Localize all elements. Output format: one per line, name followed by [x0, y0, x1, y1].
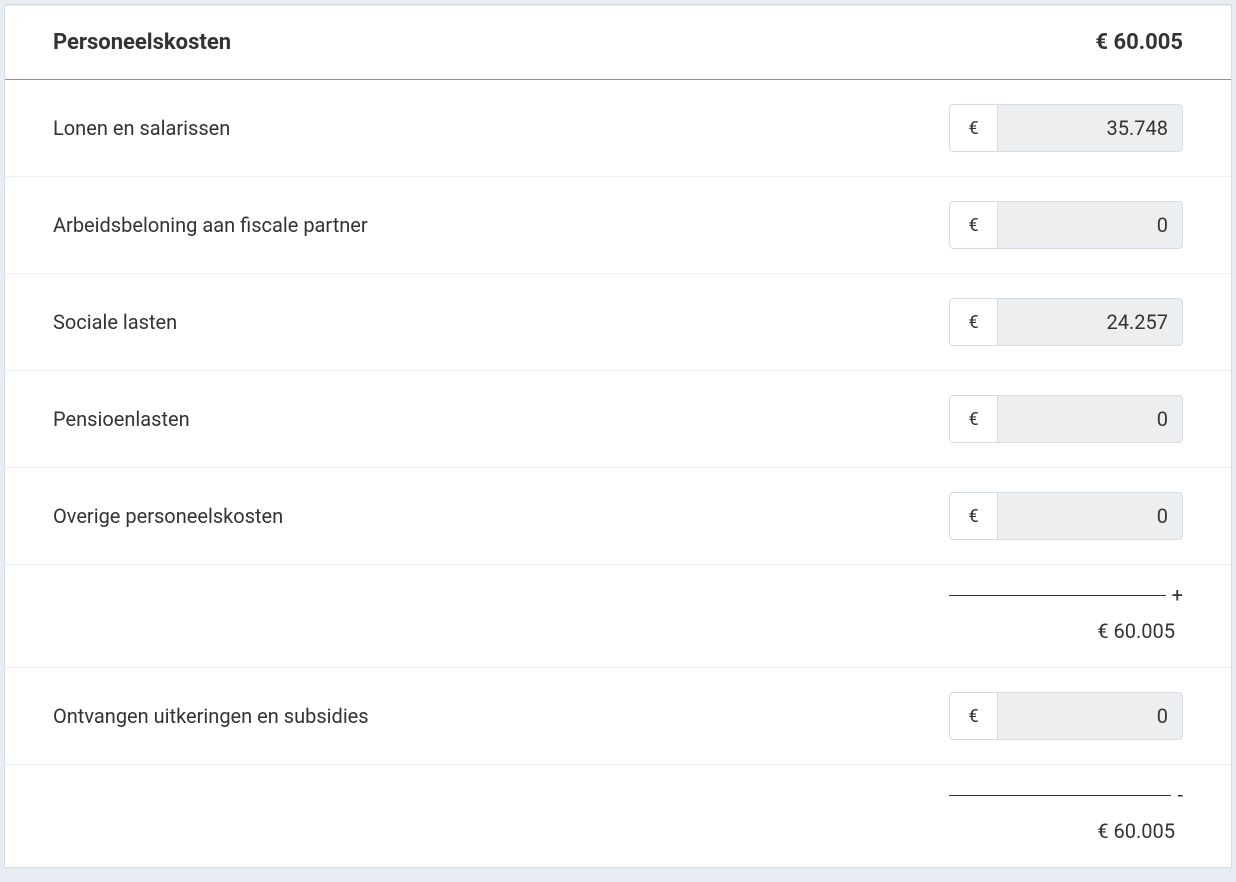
currency-prefix: €	[949, 104, 997, 152]
input-group: €	[949, 692, 1183, 740]
personeelskosten-panel: Personeelskosten € 60.005 Lonen en salar…	[4, 4, 1232, 868]
row-arbeidsbeloning: Arbeidsbeloning aan fiscale partner €	[5, 177, 1231, 274]
subtotal-row: + € 60.005	[5, 565, 1231, 668]
pensioenlasten-input[interactable]	[997, 395, 1183, 443]
section-total: € 60.005	[1095, 30, 1183, 55]
subtotal-value: € 60.005	[1097, 619, 1183, 643]
currency-prefix: €	[949, 395, 997, 443]
input-group: €	[949, 201, 1183, 249]
subtotal-block: + € 60.005	[949, 583, 1183, 643]
currency-prefix: €	[949, 692, 997, 740]
arbeidsbeloning-input[interactable]	[997, 201, 1183, 249]
row-pensioenlasten: Pensioenlasten €	[5, 371, 1231, 468]
overige-personeelskosten-input[interactable]	[997, 492, 1183, 540]
minus-icon: -	[1177, 783, 1183, 807]
final-total-line: -	[949, 783, 1183, 807]
subtotal-line: +	[949, 583, 1183, 607]
row-lonen-en-salarissen: Lonen en salarissen €	[5, 80, 1231, 177]
plus-icon: +	[1172, 583, 1183, 607]
row-overige-personeelskosten: Overige personeelskosten €	[5, 468, 1231, 565]
row-ontvangen-uitkeringen: Ontvangen uitkeringen en subsidies €	[5, 668, 1231, 765]
row-label: Pensioenlasten	[53, 407, 190, 431]
currency-prefix: €	[949, 298, 997, 346]
section-title: Personeelskosten	[53, 30, 231, 55]
final-total-row: - € 60.005	[5, 765, 1231, 867]
row-label: Sociale lasten	[53, 310, 177, 334]
input-group: €	[949, 298, 1183, 346]
final-total-value: € 60.005	[1097, 819, 1183, 843]
row-label: Overige personeelskosten	[53, 504, 283, 528]
currency-prefix: €	[949, 201, 997, 249]
row-label: Ontvangen uitkeringen en subsidies	[53, 704, 369, 728]
currency-prefix: €	[949, 492, 997, 540]
row-label: Lonen en salarissen	[53, 116, 230, 140]
sum-rule	[949, 595, 1166, 596]
input-group: €	[949, 492, 1183, 540]
sociale-lasten-input[interactable]	[997, 298, 1183, 346]
sum-rule	[949, 795, 1171, 796]
ontvangen-uitkeringen-input[interactable]	[997, 692, 1183, 740]
row-label: Arbeidsbeloning aan fiscale partner	[53, 213, 368, 237]
final-total-block: - € 60.005	[949, 783, 1183, 843]
section-header: Personeelskosten € 60.005	[5, 5, 1231, 80]
input-group: €	[949, 395, 1183, 443]
lonen-en-salarissen-input[interactable]	[997, 104, 1183, 152]
row-sociale-lasten: Sociale lasten €	[5, 274, 1231, 371]
input-group: €	[949, 104, 1183, 152]
